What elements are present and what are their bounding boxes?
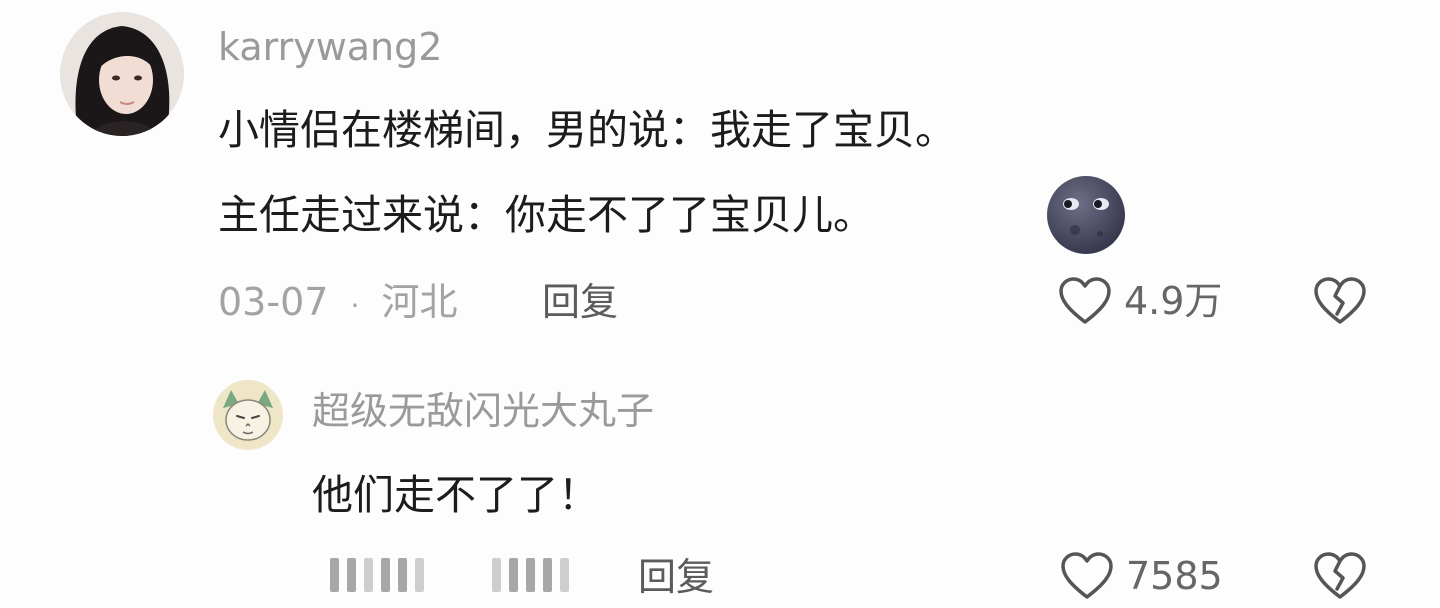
meta-separator: · xyxy=(350,289,360,322)
reply-username[interactable]: 超级无敌闪光大丸子 xyxy=(312,392,654,430)
reply-button[interactable]: 回复 xyxy=(542,283,618,321)
reply-like-count: 7585 xyxy=(1126,554,1223,598)
username[interactable]: karrywang2 xyxy=(218,28,442,66)
broken-heart-icon xyxy=(1314,552,1366,599)
broken-heart-icon xyxy=(1314,277,1366,324)
comment-thread: karrywang2 小情侣在楼梯间，男的说：我走了宝贝。 主任走过来说：你走不… xyxy=(0,0,1440,608)
comment-text-line-2: 主任走过来说：你走不了了宝贝儿。 xyxy=(218,191,874,239)
reply-reply-button[interactable]: 回复 xyxy=(638,558,714,596)
heart-icon xyxy=(1059,277,1111,324)
comment-date: 03-07 xyxy=(218,280,329,324)
reply-meta-obscured xyxy=(330,558,569,592)
reply-text: 他们走不了了！ xyxy=(312,471,599,519)
comment-text-line-1: 小情侣在楼梯间，男的说：我走了宝贝。 xyxy=(218,106,956,154)
like-count: 4.9万 xyxy=(1124,279,1223,323)
new-moon-face-icon xyxy=(1045,174,1127,256)
reply-like-button[interactable]: 7585 xyxy=(1060,551,1223,601)
reply-dislike-button[interactable] xyxy=(1313,551,1367,601)
user-avatar[interactable] xyxy=(60,12,184,136)
comment-meta: 03-07 · 河北 xyxy=(218,283,458,321)
comment-location: 河北 xyxy=(381,280,458,324)
like-button[interactable]: 4.9万 xyxy=(1058,276,1222,326)
dislike-button[interactable] xyxy=(1313,276,1367,326)
reply-user-avatar[interactable] xyxy=(213,380,283,450)
heart-icon xyxy=(1061,552,1113,599)
